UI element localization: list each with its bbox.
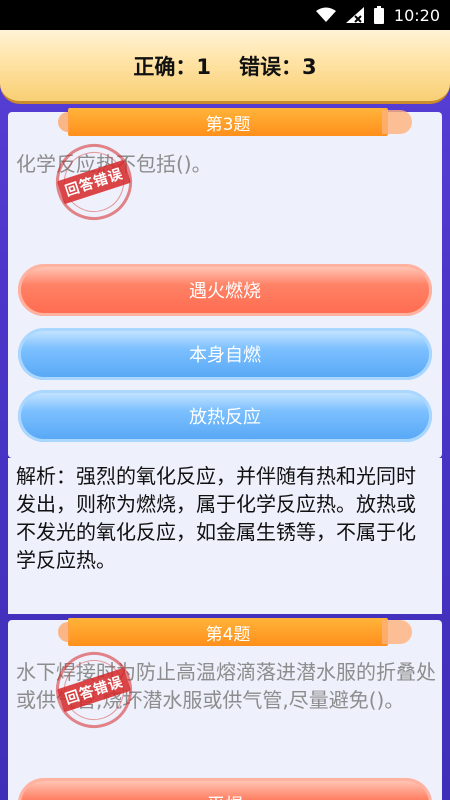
score-header: 正确：1 错误：3 [0,30,450,104]
stamp-label: 回答错误 [57,159,131,205]
question-number-ribbon: 第4题 [58,618,412,646]
wrong-count: 错误：3 [239,54,317,79]
wifi-icon [315,7,336,23]
option-button[interactable]: 平焊 [18,778,432,800]
cell-signal-icon [345,7,364,23]
correct-count: 正确：1 [133,54,211,79]
question-card: 第4题 水下焊接时为防止高温熔滴落进潜水服的折叠处或供气管,烧坏潜水服或供气管,… [8,618,442,800]
answer-explanation: 解析：强烈的氧化反应，并伴随有热和光同时发出，则称为燃烧，属于化学反应热。放热或… [8,458,442,614]
status-time: 10:20 [393,5,440,25]
wrong-answer-stamp: 回答错误 [46,642,142,738]
battery-icon [373,6,384,24]
stamp-label: 回答错误 [57,667,131,713]
status-bar: 10:20 [0,0,450,30]
option-button[interactable]: 放热反应 [18,390,432,442]
option-button[interactable]: 本身自燃 [18,328,432,380]
question-number-ribbon: 第3题 [58,108,412,136]
option-button[interactable]: 遇火燃烧 [18,264,432,316]
wrong-answer-stamp: 回答错误 [46,134,142,230]
question-card: 第3题 化学反应热不包括()。 回答错误 遇火燃烧 本身自燃 放热反应 [8,108,442,458]
